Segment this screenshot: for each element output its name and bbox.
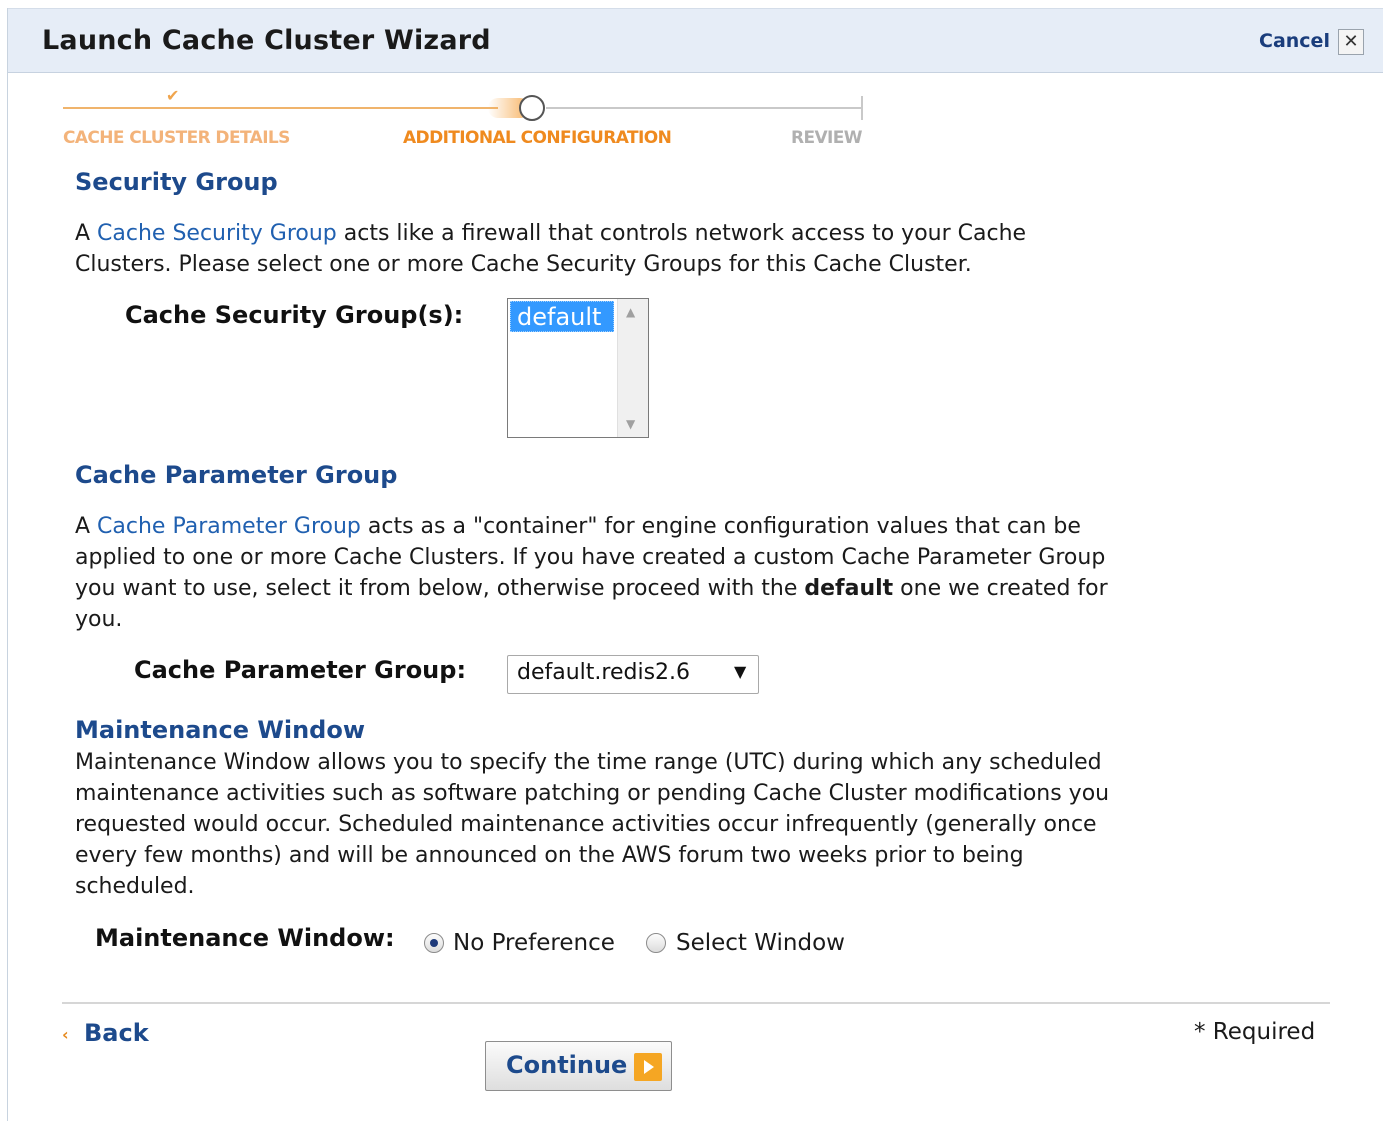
maint-desc-line5: scheduled. — [75, 874, 195, 899]
radio-no-preference-label[interactable]: No Preference — [453, 930, 615, 956]
cache-security-group-link[interactable]: Cache Security Group — [97, 221, 337, 246]
step-review: REVIEW — [791, 128, 863, 148]
listbox-option-default[interactable]: default — [510, 301, 614, 332]
security-desc-prefix: A — [75, 221, 98, 246]
current-step-circle-icon — [519, 95, 545, 121]
param-desc-line2: applied to one or more Cache Clusters. I… — [75, 545, 1106, 570]
checkmark-icon: ✔ — [166, 86, 180, 105]
security-group-listbox[interactable]: default ▲ ▼ — [507, 298, 649, 438]
parameter-group-description: A Cache Parameter Group acts as a "conta… — [75, 511, 1345, 635]
maint-desc-line2: maintenance activities such as software … — [75, 781, 1110, 806]
security-group-field-label: Cache Security Group(s): — [125, 301, 464, 329]
arrow-right-icon — [634, 1053, 662, 1081]
parameter-group-select[interactable]: default.redis2.6 ▼ — [507, 655, 759, 694]
param-desc-rest: acts as a "container" for engine configu… — [360, 514, 1081, 539]
progress-end-tick — [861, 96, 863, 120]
radio-no-preference[interactable] — [424, 933, 444, 953]
maint-desc-line3: requested would occur. Scheduled mainten… — [75, 812, 1097, 837]
security-desc-line2: Clusters. Please select one or more Cach… — [75, 252, 972, 277]
param-desc-prefix: A — [75, 514, 98, 539]
radio-select-window[interactable] — [646, 933, 666, 953]
scroll-down-icon[interactable]: ▼ — [626, 417, 635, 431]
security-group-description: A Cache Security Group acts like a firew… — [75, 218, 1325, 280]
parameter-group-selected-value: default.redis2.6 — [517, 660, 691, 685]
footer-divider — [62, 1002, 1330, 1004]
back-label[interactable]: Back — [84, 1019, 149, 1047]
param-desc-default-bold: default — [804, 576, 894, 601]
chevron-left-icon: ‹ — [62, 1025, 69, 1044]
continue-label: Continue — [506, 1051, 628, 1079]
wizard-steps: ✔ CACHE CLUSTER DETAILS ADDITIONAL CONFI… — [8, 8, 1383, 168]
parameter-group-field-label: Cache Parameter Group: — [134, 656, 467, 684]
radio-select-window-label[interactable]: Select Window — [676, 930, 845, 956]
wizard-dialog: Launch Cache Cluster Wizard Cancel ✕ ✔ C… — [7, 8, 1383, 1121]
continue-button[interactable]: Continue — [485, 1041, 672, 1091]
chevron-down-icon[interactable]: ▼ — [734, 662, 746, 681]
required-note: * Required — [1194, 1019, 1316, 1045]
security-desc-rest: acts like a firewall that controls netwo… — [336, 221, 1027, 246]
param-desc-line3a: you want to use, select it from below, o… — [75, 576, 805, 601]
maintenance-window-field-label: Maintenance Window: — [95, 924, 395, 952]
progress-line-completed — [63, 107, 498, 109]
step-cache-cluster-details: CACHE CLUSTER DETAILS — [63, 128, 290, 148]
cache-parameter-group-link[interactable]: Cache Parameter Group — [97, 514, 361, 539]
parameter-group-title: Cache Parameter Group — [75, 461, 398, 489]
param-desc-line3b: one we created for — [893, 576, 1108, 601]
scroll-up-icon[interactable]: ▲ — [626, 305, 635, 319]
step-additional-configuration: ADDITIONAL CONFIGURATION — [403, 128, 672, 148]
progress-line-pending — [546, 107, 862, 109]
maintenance-window-description: Maintenance Window allows you to specify… — [75, 747, 1345, 902]
security-group-title: Security Group — [75, 168, 278, 196]
param-desc-line4: you. — [75, 607, 123, 632]
maintenance-window-title: Maintenance Window — [75, 716, 365, 744]
maint-desc-line1: Maintenance Window allows you to specify… — [75, 750, 1102, 775]
maint-desc-line4: every few months) and will be announced … — [75, 843, 1024, 868]
listbox-scrollbar[interactable]: ▲ ▼ — [617, 299, 648, 437]
